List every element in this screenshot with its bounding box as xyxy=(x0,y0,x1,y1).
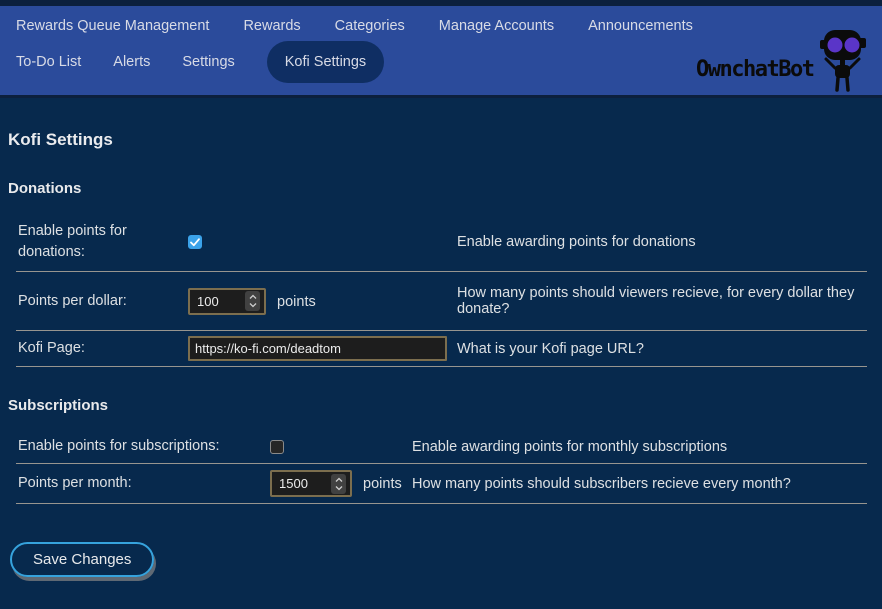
page-title: Kofi Settings xyxy=(8,130,867,150)
spinner-up-down-icon xyxy=(335,477,343,491)
points-per-dollar-input[interactable] xyxy=(190,294,245,309)
kofi-page-url-input[interactable] xyxy=(188,336,447,361)
field-description: How many points should subscribers recie… xyxy=(410,464,867,504)
logo-text: OwnchatBot xyxy=(696,57,814,82)
nav-item-rewards[interactable]: Rewards xyxy=(243,18,300,34)
row-kofi-page: Kofi Page: What is your Kofi page URL? xyxy=(16,331,867,367)
field-label: Points per dollar: xyxy=(16,272,186,331)
unit-suffix: points xyxy=(277,294,316,310)
row-points-per-dollar: Points per dollar: points How many point… xyxy=(16,272,867,331)
top-navigation: Rewards Queue Management Rewards Categor… xyxy=(0,0,882,98)
subscriptions-settings-table: Enable points for subscriptions: Enable … xyxy=(16,430,867,504)
checkmark-icon xyxy=(190,238,200,247)
field-label: Enable points for donations: xyxy=(16,213,186,272)
unit-suffix: points xyxy=(363,476,402,492)
donations-settings-table: Enable points for donations: Enable awar… xyxy=(16,213,867,367)
nav-item-rewards-queue-management[interactable]: Rewards Queue Management xyxy=(16,18,209,34)
nav-item-todo-list[interactable]: To-Do List xyxy=(16,54,81,70)
points-per-dollar-input-box xyxy=(188,288,266,315)
section-heading-donations: Donations xyxy=(8,180,867,197)
row-enable-subscriptions: Enable points for subscriptions: Enable … xyxy=(16,430,867,464)
field-description: How many points should viewers recieve, … xyxy=(455,272,867,331)
ownchatbot-logo: OwnchatBot xyxy=(696,18,876,98)
nav-item-categories[interactable]: Categories xyxy=(335,18,405,34)
field-description: Enable awarding points for donations xyxy=(455,213,867,272)
row-points-per-month: Points per month: points How many points… xyxy=(16,464,867,504)
field-label: Kofi Page: xyxy=(16,331,186,367)
nav-item-settings[interactable]: Settings xyxy=(182,54,234,70)
points-per-month-input[interactable] xyxy=(272,476,331,491)
points-per-month-input-box xyxy=(270,470,352,497)
number-spinner[interactable] xyxy=(331,474,346,494)
enable-subscriptions-checkbox[interactable] xyxy=(270,440,284,454)
main-content: Kofi Settings Donations Enable points fo… xyxy=(0,130,882,577)
field-description: What is your Kofi page URL? xyxy=(455,331,867,367)
nav-item-manage-accounts[interactable]: Manage Accounts xyxy=(439,18,554,34)
field-description: Enable awarding points for monthly subsc… xyxy=(410,430,867,464)
nav-item-announcements[interactable]: Announcements xyxy=(588,18,693,34)
section-heading-subscriptions: Subscriptions xyxy=(8,397,867,414)
save-changes-button[interactable]: Save Changes xyxy=(10,542,154,577)
spinner-up-down-icon xyxy=(249,294,257,308)
enable-donations-checkbox[interactable] xyxy=(188,235,202,249)
field-label: Points per month: xyxy=(16,464,268,504)
nav-item-alerts[interactable]: Alerts xyxy=(113,54,150,70)
nav-item-kofi-settings-active[interactable]: Kofi Settings xyxy=(267,41,384,83)
robot-icon xyxy=(820,30,866,90)
field-label: Enable points for subscriptions: xyxy=(16,430,268,464)
row-enable-donations: Enable points for donations: Enable awar… xyxy=(16,213,867,272)
number-spinner[interactable] xyxy=(245,291,260,311)
